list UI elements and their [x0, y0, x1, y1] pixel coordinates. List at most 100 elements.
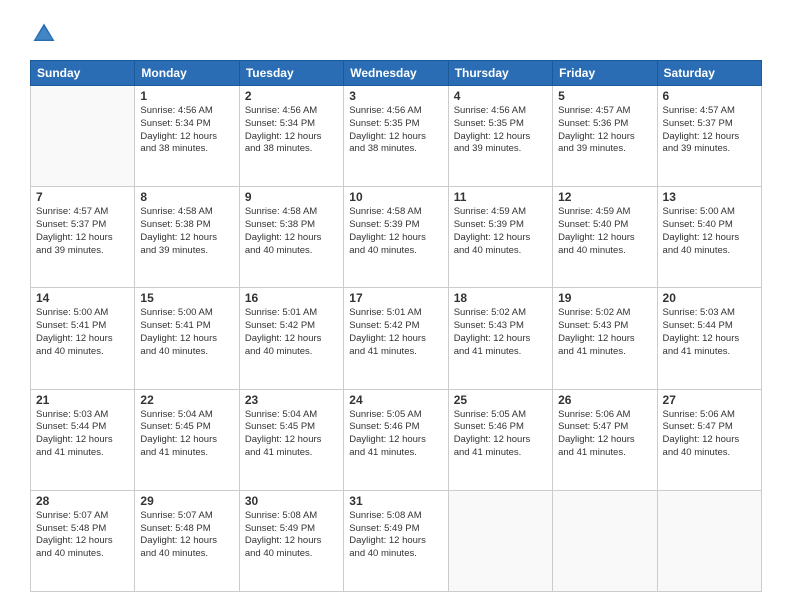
day-number: 15 — [140, 291, 233, 305]
calendar-week-row: 21Sunrise: 5:03 AM Sunset: 5:44 PM Dayli… — [31, 389, 762, 490]
page: SundayMondayTuesdayWednesdayThursdayFrid… — [0, 0, 792, 612]
day-number: 7 — [36, 190, 129, 204]
day-number: 24 — [349, 393, 442, 407]
calendar-cell: 20 Sunrise: 5:03 AM Sunset: 5:44 PM Dayli… — [657, 288, 761, 389]
day-number: 6 — [663, 89, 756, 103]
day-number: 27 — [663, 393, 756, 407]
calendar-cell: 7 Sunrise: 4:57 AM Sunset: 5:37 PM Daylig… — [31, 187, 135, 288]
day-number: 12 — [558, 190, 651, 204]
day-info: Sunrise: 5:00 AM Sunset: 5:40 PM Dayligh… — [663, 206, 756, 257]
calendar-cell — [657, 490, 761, 591]
day-number: 3 — [349, 89, 442, 103]
day-number: 31 — [349, 494, 442, 508]
calendar-cell: 22Sunrise: 5:04 AM Sunset: 5:45 PM Dayli… — [135, 389, 239, 490]
calendar-week-row: 7 Sunrise: 4:57 AM Sunset: 5:37 PM Daylig… — [31, 187, 762, 288]
calendar-cell: 5 Sunrise: 4:57 AM Sunset: 5:36 PM Daylig… — [553, 86, 657, 187]
day-info: Sunrise: 4:56 AM Sunset: 5:34 PM Dayligh… — [245, 105, 338, 156]
day-number: 25 — [454, 393, 547, 407]
day-info: Sunrise: 5:00 AM Sunset: 5:41 PM Dayligh… — [140, 307, 233, 358]
day-info: Sunrise: 5:07 AM Sunset: 5:48 PM Dayligh… — [36, 510, 129, 561]
day-info: Sunrise: 4:56 AM Sunset: 5:34 PM Dayligh… — [140, 105, 233, 156]
calendar-cell: 31Sunrise: 5:08 AM Sunset: 5:49 PM Dayli… — [344, 490, 448, 591]
calendar-cell: 30 Sunrise: 5:08 AM Sunset: 5:49 PM Dayli… — [239, 490, 343, 591]
calendar-cell — [31, 86, 135, 187]
day-number: 23 — [245, 393, 338, 407]
day-info: Sunrise: 5:05 AM Sunset: 5:46 PM Dayligh… — [349, 409, 442, 460]
day-number: 1 — [140, 89, 233, 103]
day-number: 26 — [558, 393, 651, 407]
day-info: Sunrise: 4:56 AM Sunset: 5:35 PM Dayligh… — [349, 105, 442, 156]
day-info: Sunrise: 5:04 AM Sunset: 5:45 PM Dayligh… — [245, 409, 338, 460]
day-number: 20 — [663, 291, 756, 305]
calendar-cell: 6 Sunrise: 4:57 AM Sunset: 5:37 PM Daylig… — [657, 86, 761, 187]
calendar-cell: 19 Sunrise: 5:02 AM Sunset: 5:43 PM Dayli… — [553, 288, 657, 389]
day-info: Sunrise: 4:58 AM Sunset: 5:38 PM Dayligh… — [245, 206, 338, 257]
calendar-cell: 24 Sunrise: 5:05 AM Sunset: 5:46 PM Dayli… — [344, 389, 448, 490]
day-number: 8 — [140, 190, 233, 204]
calendar-cell: 26 Sunrise: 5:06 AM Sunset: 5:47 PM Dayli… — [553, 389, 657, 490]
day-number: 10 — [349, 190, 442, 204]
day-info: Sunrise: 5:00 AM Sunset: 5:41 PM Dayligh… — [36, 307, 129, 358]
calendar-header-monday: Monday — [135, 61, 239, 86]
calendar-cell: 18 Sunrise: 5:02 AM Sunset: 5:43 PM Dayli… — [448, 288, 552, 389]
calendar-cell: 9 Sunrise: 4:58 AM Sunset: 5:38 PM Daylig… — [239, 187, 343, 288]
calendar-cell: 10 Sunrise: 4:58 AM Sunset: 5:39 PM Dayli… — [344, 187, 448, 288]
calendar-header-tuesday: Tuesday — [239, 61, 343, 86]
calendar-cell: 29Sunrise: 5:07 AM Sunset: 5:48 PM Dayli… — [135, 490, 239, 591]
calendar-cell: 21Sunrise: 5:03 AM Sunset: 5:44 PM Dayli… — [31, 389, 135, 490]
calendar-cell: 16 Sunrise: 5:01 AM Sunset: 5:42 PM Dayli… — [239, 288, 343, 389]
calendar-cell: 4Sunrise: 4:56 AM Sunset: 5:35 PM Daylig… — [448, 86, 552, 187]
day-info: Sunrise: 5:02 AM Sunset: 5:43 PM Dayligh… — [558, 307, 651, 358]
day-number: 5 — [558, 89, 651, 103]
calendar-header-wednesday: Wednesday — [344, 61, 448, 86]
calendar-cell: 27Sunrise: 5:06 AM Sunset: 5:47 PM Dayli… — [657, 389, 761, 490]
header — [30, 20, 762, 48]
calendar-week-row: 28 Sunrise: 5:07 AM Sunset: 5:48 PM Dayli… — [31, 490, 762, 591]
day-number: 14 — [36, 291, 129, 305]
day-info: Sunrise: 4:57 AM Sunset: 5:37 PM Dayligh… — [663, 105, 756, 156]
calendar-cell: 23 Sunrise: 5:04 AM Sunset: 5:45 PM Dayli… — [239, 389, 343, 490]
calendar-cell: 15 Sunrise: 5:00 AM Sunset: 5:41 PM Dayli… — [135, 288, 239, 389]
day-info: Sunrise: 4:58 AM Sunset: 5:39 PM Dayligh… — [349, 206, 442, 257]
day-number: 30 — [245, 494, 338, 508]
day-info: Sunrise: 5:05 AM Sunset: 5:46 PM Dayligh… — [454, 409, 547, 460]
calendar-cell: 13 Sunrise: 5:00 AM Sunset: 5:40 PM Dayli… — [657, 187, 761, 288]
calendar-cell — [448, 490, 552, 591]
day-number: 11 — [454, 190, 547, 204]
calendar-week-row: 14 Sunrise: 5:00 AM Sunset: 5:41 PM Dayli… — [31, 288, 762, 389]
calendar-cell: 11 Sunrise: 4:59 AM Sunset: 5:39 PM Dayli… — [448, 187, 552, 288]
calendar-header-friday: Friday — [553, 61, 657, 86]
day-number: 28 — [36, 494, 129, 508]
day-info: Sunrise: 5:03 AM Sunset: 5:44 PM Dayligh… — [663, 307, 756, 358]
day-number: 16 — [245, 291, 338, 305]
day-number: 17 — [349, 291, 442, 305]
calendar-header-row: SundayMondayTuesdayWednesdayThursdayFrid… — [31, 61, 762, 86]
calendar-cell: 3 Sunrise: 4:56 AM Sunset: 5:35 PM Daylig… — [344, 86, 448, 187]
calendar-cell: 17Sunrise: 5:01 AM Sunset: 5:42 PM Dayli… — [344, 288, 448, 389]
calendar-cell: 12Sunrise: 4:59 AM Sunset: 5:40 PM Dayli… — [553, 187, 657, 288]
calendar-cell: 14 Sunrise: 5:00 AM Sunset: 5:41 PM Dayli… — [31, 288, 135, 389]
day-info: Sunrise: 4:57 AM Sunset: 5:37 PM Dayligh… — [36, 206, 129, 257]
calendar-cell: 28 Sunrise: 5:07 AM Sunset: 5:48 PM Dayli… — [31, 490, 135, 591]
day-info: Sunrise: 5:02 AM Sunset: 5:43 PM Dayligh… — [454, 307, 547, 358]
day-number: 2 — [245, 89, 338, 103]
day-number: 29 — [140, 494, 233, 508]
day-number: 13 — [663, 190, 756, 204]
calendar-table: SundayMondayTuesdayWednesdayThursdayFrid… — [30, 60, 762, 592]
day-info: Sunrise: 4:57 AM Sunset: 5:36 PM Dayligh… — [558, 105, 651, 156]
day-info: Sunrise: 5:06 AM Sunset: 5:47 PM Dayligh… — [558, 409, 651, 460]
day-number: 18 — [454, 291, 547, 305]
logo — [30, 20, 62, 48]
calendar-cell: 1 Sunrise: 4:56 AM Sunset: 5:34 PM Daylig… — [135, 86, 239, 187]
day-info: Sunrise: 5:01 AM Sunset: 5:42 PM Dayligh… — [245, 307, 338, 358]
day-info: Sunrise: 4:58 AM Sunset: 5:38 PM Dayligh… — [140, 206, 233, 257]
day-number: 19 — [558, 291, 651, 305]
day-number: 4 — [454, 89, 547, 103]
day-number: 9 — [245, 190, 338, 204]
calendar-cell: 25 Sunrise: 5:05 AM Sunset: 5:46 PM Dayli… — [448, 389, 552, 490]
day-info: Sunrise: 4:59 AM Sunset: 5:39 PM Dayligh… — [454, 206, 547, 257]
day-info: Sunrise: 5:08 AM Sunset: 5:49 PM Dayligh… — [245, 510, 338, 561]
day-number: 21 — [36, 393, 129, 407]
calendar-cell — [553, 490, 657, 591]
calendar-cell: 8 Sunrise: 4:58 AM Sunset: 5:38 PM Daylig… — [135, 187, 239, 288]
